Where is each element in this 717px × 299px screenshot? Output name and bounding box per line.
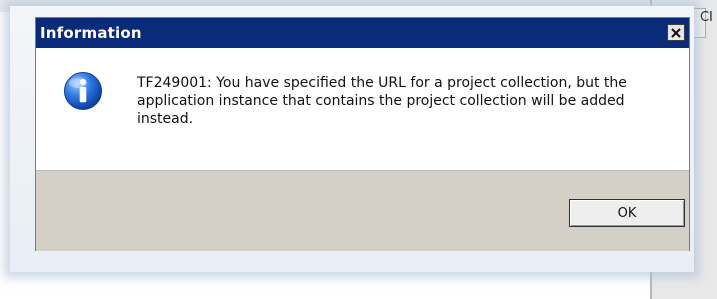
title-bar[interactable]: Information bbox=[36, 18, 689, 48]
close-button[interactable] bbox=[667, 24, 685, 41]
close-icon bbox=[671, 27, 681, 38]
background-label: Cl bbox=[700, 10, 713, 25]
dialog-message: TF249001: You have specified the URL for… bbox=[137, 75, 627, 127]
dialog-title: Information bbox=[40, 24, 142, 42]
information-dialog: Information TF249001: You have specified… bbox=[35, 17, 690, 251]
ok-button[interactable]: OK bbox=[569, 199, 685, 227]
info-icon bbox=[64, 72, 102, 110]
